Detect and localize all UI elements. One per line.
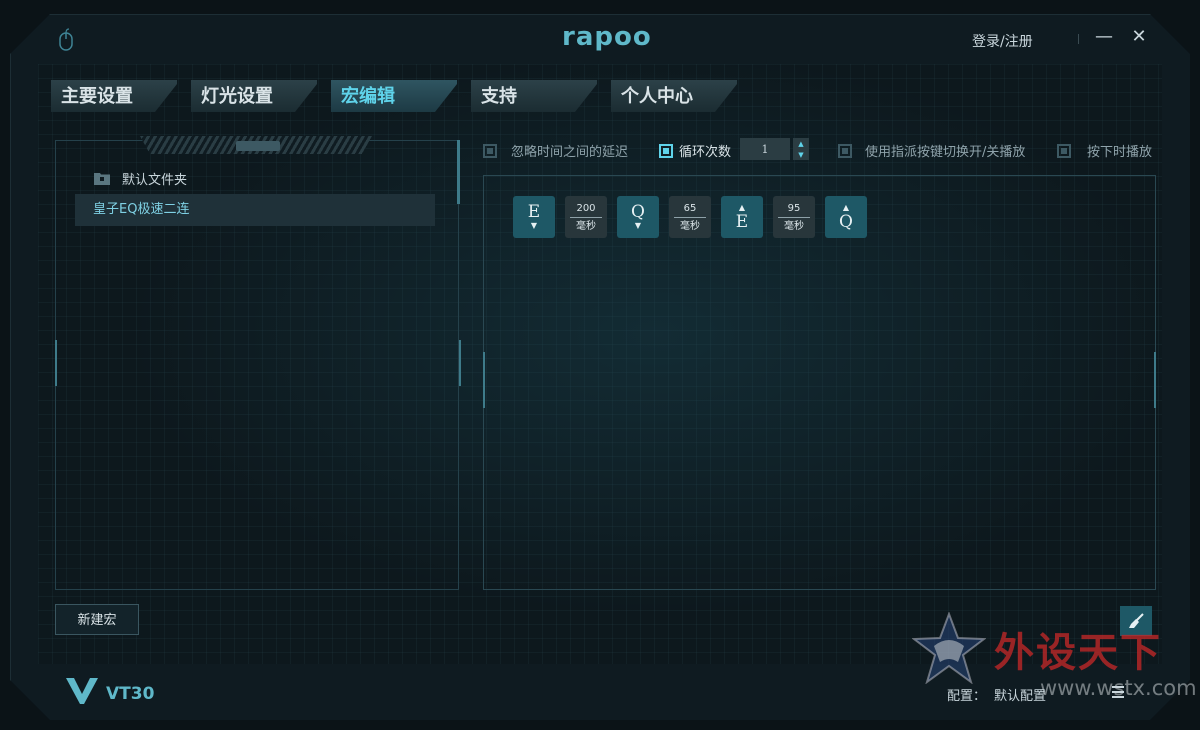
editor-side-marker xyxy=(483,352,485,408)
delay-value: 200 xyxy=(576,202,596,214)
tab-label: 支持 xyxy=(481,86,517,107)
key-letter: Q xyxy=(631,202,645,222)
tab-macro-edit[interactable]: 宏编辑 xyxy=(331,80,457,112)
tab-lighting-settings[interactable]: 灯光设置 xyxy=(191,80,317,112)
delay-unit: 毫秒 xyxy=(576,220,596,232)
config-label: 配置： xyxy=(947,689,987,704)
macro-list-scrollbar[interactable] xyxy=(457,140,460,204)
hold-play-label: 按下时播放 xyxy=(1087,145,1153,160)
menu-icon[interactable] xyxy=(1112,686,1124,701)
editor-side-marker xyxy=(1154,352,1156,408)
panel-side-marker xyxy=(55,340,57,386)
key-down-icon: ▼ xyxy=(634,221,642,230)
delay-value: 65 xyxy=(683,202,697,214)
close-button[interactable]: ✕ xyxy=(1130,28,1148,46)
title-divider xyxy=(1078,34,1079,44)
stepper-up-icon[interactable]: ▲ xyxy=(798,140,803,148)
delay-divider xyxy=(778,216,810,218)
delay-divider xyxy=(674,216,706,218)
watermark-text: 外设天下 xyxy=(994,630,1162,676)
rapoo-logo: rapoo xyxy=(562,22,652,52)
tab-main-settings[interactable]: 主要设置 xyxy=(51,80,177,112)
tab-label: 主要设置 xyxy=(61,86,133,107)
ignore-delay-checkbox[interactable] xyxy=(483,143,497,158)
ignore-delay-label: 忽略时间之间的延迟 xyxy=(511,145,629,160)
loop-count-label: 循环次数 xyxy=(679,145,732,160)
macro-key-step[interactable]: Q ▼ xyxy=(617,196,659,238)
toggle-play-checkbox[interactable] xyxy=(838,143,852,158)
hold-play-option[interactable]: 按下时播放 xyxy=(1057,141,1152,160)
macro-key-step[interactable]: E ▼ xyxy=(513,196,555,238)
ignore-delay-option[interactable]: 忽略时间之间的延迟 xyxy=(483,141,628,160)
hold-play-checkbox[interactable] xyxy=(1057,143,1071,158)
delay-unit: 毫秒 xyxy=(784,220,804,232)
key-letter: E xyxy=(735,212,749,232)
macro-delay-step[interactable]: 65 毫秒 xyxy=(669,196,711,238)
vt-logo-icon xyxy=(66,678,98,704)
key-letter: E xyxy=(527,202,541,222)
config-value[interactable]: 默认配置 xyxy=(994,685,1046,704)
device-model: VT30 xyxy=(106,684,155,704)
mouse-icon[interactable] xyxy=(58,28,74,52)
tab-support[interactable]: 支持 xyxy=(471,80,597,112)
macro-delay-step[interactable]: 95 毫秒 xyxy=(773,196,815,238)
folder-item-default[interactable]: 默认文件夹 xyxy=(94,168,187,188)
loop-count-checkbox[interactable] xyxy=(659,143,673,158)
delay-divider xyxy=(570,216,602,218)
folder-name: 默认文件夹 xyxy=(122,172,188,188)
watermark-star-logo xyxy=(912,612,986,684)
macro-key-step[interactable]: ▲ E xyxy=(721,196,763,238)
macro-delay-step[interactable]: 200 毫秒 xyxy=(565,196,607,238)
tab-label: 个人中心 xyxy=(621,86,693,107)
new-macro-button[interactable]: 新建宏 xyxy=(55,604,139,635)
toggle-play-label: 使用指派按键切换开/关播放 xyxy=(865,145,1026,160)
delay-value: 95 xyxy=(787,202,801,214)
tab-personal-center[interactable]: 个人中心 xyxy=(611,80,737,112)
panel-header-notch xyxy=(236,141,280,151)
folder-icon xyxy=(94,173,110,185)
key-down-icon: ▼ xyxy=(530,221,538,230)
tab-label: 灯光设置 xyxy=(201,86,273,107)
loop-count-input[interactable] xyxy=(740,138,790,160)
delay-unit: 毫秒 xyxy=(680,220,700,232)
macro-list-item[interactable]: 皇子EQ极速二连 xyxy=(75,194,435,226)
login-register-link[interactable]: 登录/注册 xyxy=(972,31,1033,51)
tab-label: 宏编辑 xyxy=(341,86,395,107)
loop-count-option[interactable]: 循环次数 xyxy=(659,141,731,160)
minimize-button[interactable]: — xyxy=(1095,28,1113,46)
panel-side-marker xyxy=(459,340,461,386)
key-letter: Q xyxy=(839,212,853,232)
toggle-play-option[interactable]: 使用指派按键切换开/关播放 xyxy=(838,141,1025,160)
stepper-down-icon[interactable]: ▼ xyxy=(798,151,803,159)
loop-count-stepper[interactable]: ▲ ▼ xyxy=(793,138,809,160)
macro-key-step[interactable]: ▲ Q xyxy=(825,196,867,238)
